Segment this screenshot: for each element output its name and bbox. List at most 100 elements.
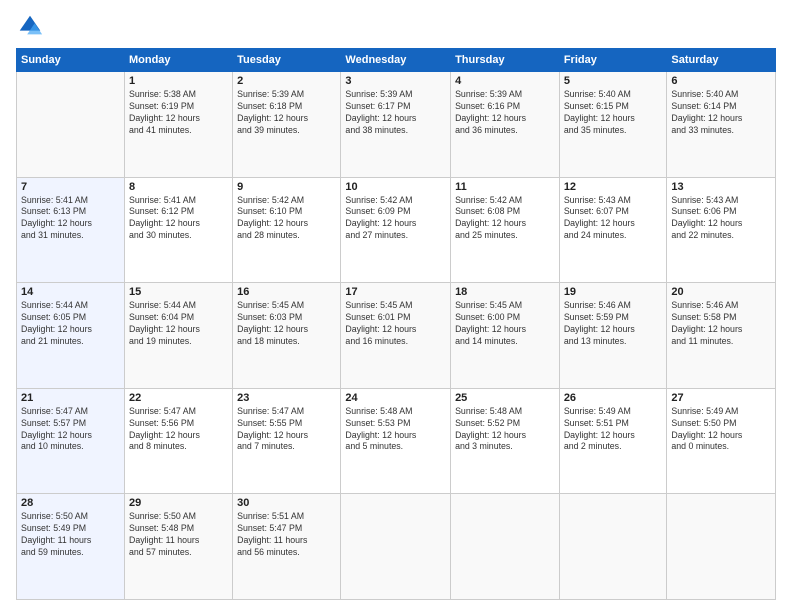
day-info: Sunrise: 5:40 AM Sunset: 6:15 PM Dayligh… (564, 89, 663, 137)
day-number: 5 (564, 75, 663, 87)
day-number: 22 (129, 392, 228, 404)
day-info: Sunrise: 5:41 AM Sunset: 6:13 PM Dayligh… (21, 195, 120, 243)
day-number: 21 (21, 392, 120, 404)
day-number: 11 (455, 181, 555, 193)
day-info: Sunrise: 5:40 AM Sunset: 6:14 PM Dayligh… (671, 89, 771, 137)
calendar-cell: 6 Sunrise: 5:40 AM Sunset: 6:14 PM Daylig… (667, 72, 776, 178)
day-info: Sunrise: 5:39 AM Sunset: 6:17 PM Dayligh… (345, 89, 446, 137)
calendar-cell: 10 Sunrise: 5:42 AM Sunset: 6:09 PM Dayli… (341, 177, 451, 283)
calendar-cell: 24 Sunrise: 5:48 AM Sunset: 5:53 PM Dayli… (341, 388, 451, 494)
calendar-cell: 22 Sunrise: 5:47 AM Sunset: 5:56 PM Dayli… (124, 388, 232, 494)
day-info: Sunrise: 5:44 AM Sunset: 6:05 PM Dayligh… (21, 300, 120, 348)
calendar-cell: 28Sunrise: 5:50 AM Sunset: 5:49 PM Dayli… (17, 494, 125, 600)
day-info: Sunrise: 5:50 AM Sunset: 5:49 PM Dayligh… (21, 511, 120, 559)
day-info: Sunrise: 5:49 AM Sunset: 5:50 PM Dayligh… (671, 406, 771, 454)
calendar-cell (341, 494, 451, 600)
day-info: Sunrise: 5:48 AM Sunset: 5:53 PM Dayligh… (345, 406, 446, 454)
calendar-cell: 3 Sunrise: 5:39 AM Sunset: 6:17 PM Daylig… (341, 72, 451, 178)
calendar-cell: 11 Sunrise: 5:42 AM Sunset: 6:08 PM Dayli… (451, 177, 560, 283)
calendar: SundayMondayTuesdayWednesdayThursdayFrid… (16, 48, 776, 600)
day-number: 16 (237, 286, 336, 298)
calendar-cell: 9 Sunrise: 5:42 AM Sunset: 6:10 PM Daylig… (233, 177, 341, 283)
day-info: Sunrise: 5:47 AM Sunset: 5:56 PM Dayligh… (129, 406, 228, 454)
day-number: 4 (455, 75, 555, 87)
weekday-header-tuesday: Tuesday (233, 49, 341, 72)
calendar-cell: 26 Sunrise: 5:49 AM Sunset: 5:51 PM Dayli… (559, 388, 667, 494)
calendar-cell: 29 Sunrise: 5:50 AM Sunset: 5:48 PM Dayli… (124, 494, 232, 600)
calendar-cell: 7 Sunrise: 5:41 AM Sunset: 6:13 PM Daylig… (17, 177, 125, 283)
day-number: 14 (21, 286, 120, 298)
day-info: Sunrise: 5:42 AM Sunset: 6:10 PM Dayligh… (237, 195, 336, 243)
header (16, 12, 776, 40)
day-info: Sunrise: 5:43 AM Sunset: 6:07 PM Dayligh… (564, 195, 663, 243)
day-number: 8 (129, 181, 228, 193)
day-info: Sunrise: 5:50 AM Sunset: 5:48 PM Dayligh… (129, 511, 228, 559)
day-info: Sunrise: 5:45 AM Sunset: 6:03 PM Dayligh… (237, 300, 336, 348)
day-info: Sunrise: 5:48 AM Sunset: 5:52 PM Dayligh… (455, 406, 555, 454)
calendar-cell: 8 Sunrise: 5:41 AM Sunset: 6:12 PM Daylig… (124, 177, 232, 283)
calendar-cell: 4 Sunrise: 5:39 AM Sunset: 6:16 PM Daylig… (451, 72, 560, 178)
day-number: 10 (345, 181, 446, 193)
calendar-cell: 14 Sunrise: 5:44 AM Sunset: 6:05 PM Dayli… (17, 283, 125, 389)
day-number: 7 (21, 181, 120, 193)
day-number: 24 (345, 392, 446, 404)
day-info: Sunrise: 5:44 AM Sunset: 6:04 PM Dayligh… (129, 300, 228, 348)
calendar-cell: 13 Sunrise: 5:43 AM Sunset: 6:06 PM Dayli… (667, 177, 776, 283)
calendar-cell: 21Sunrise: 5:47 AM Sunset: 5:57 PM Dayli… (17, 388, 125, 494)
day-number: 15 (129, 286, 228, 298)
calendar-cell: 30Sunrise: 5:51 AM Sunset: 5:47 PM Dayli… (233, 494, 341, 600)
day-number: 17 (345, 286, 446, 298)
calendar-cell (451, 494, 560, 600)
day-info: Sunrise: 5:45 AM Sunset: 6:00 PM Dayligh… (455, 300, 555, 348)
day-info: Sunrise: 5:45 AM Sunset: 6:01 PM Dayligh… (345, 300, 446, 348)
day-number: 6 (671, 75, 771, 87)
day-info: Sunrise: 5:42 AM Sunset: 6:08 PM Dayligh… (455, 195, 555, 243)
day-number: 26 (564, 392, 663, 404)
calendar-cell: 5 Sunrise: 5:40 AM Sunset: 6:15 PM Daylig… (559, 72, 667, 178)
calendar-cell (667, 494, 776, 600)
day-info: Sunrise: 5:49 AM Sunset: 5:51 PM Dayligh… (564, 406, 663, 454)
calendar-cell: 1Sunrise: 5:38 AM Sunset: 6:19 PM Daylig… (124, 72, 232, 178)
weekday-header-saturday: Saturday (667, 49, 776, 72)
calendar-cell: 23 Sunrise: 5:47 AM Sunset: 5:55 PM Dayli… (233, 388, 341, 494)
calendar-cell: 27 Sunrise: 5:49 AM Sunset: 5:50 PM Dayli… (667, 388, 776, 494)
day-info: Sunrise: 5:43 AM Sunset: 6:06 PM Dayligh… (671, 195, 771, 243)
day-number: 19 (564, 286, 663, 298)
calendar-cell: 16 Sunrise: 5:45 AM Sunset: 6:03 PM Dayli… (233, 283, 341, 389)
calendar-cell: 15 Sunrise: 5:44 AM Sunset: 6:04 PM Dayli… (124, 283, 232, 389)
calendar-cell: 2 Sunrise: 5:39 AM Sunset: 6:18 PM Daylig… (233, 72, 341, 178)
day-number: 27 (671, 392, 771, 404)
day-info: Sunrise: 5:46 AM Sunset: 5:58 PM Dayligh… (671, 300, 771, 348)
day-number: 18 (455, 286, 555, 298)
day-info: Sunrise: 5:39 AM Sunset: 6:16 PM Dayligh… (455, 89, 555, 137)
day-info: Sunrise: 5:42 AM Sunset: 6:09 PM Dayligh… (345, 195, 446, 243)
weekday-header-sunday: Sunday (17, 49, 125, 72)
day-info: Sunrise: 5:38 AM Sunset: 6:19 PM Dayligh… (129, 89, 228, 137)
day-number: 23 (237, 392, 336, 404)
calendar-cell: 20 Sunrise: 5:46 AM Sunset: 5:58 PM Dayli… (667, 283, 776, 389)
day-number: 25 (455, 392, 555, 404)
weekday-header-thursday: Thursday (451, 49, 560, 72)
logo (16, 12, 48, 40)
day-info: Sunrise: 5:47 AM Sunset: 5:55 PM Dayligh… (237, 406, 336, 454)
day-number: 13 (671, 181, 771, 193)
calendar-cell (559, 494, 667, 600)
day-number: 2 (237, 75, 336, 87)
calendar-cell: 12 Sunrise: 5:43 AM Sunset: 6:07 PM Dayli… (559, 177, 667, 283)
day-number: 29 (129, 497, 228, 509)
day-info: Sunrise: 5:41 AM Sunset: 6:12 PM Dayligh… (129, 195, 228, 243)
day-number: 20 (671, 286, 771, 298)
weekday-header-friday: Friday (559, 49, 667, 72)
day-number: 3 (345, 75, 446, 87)
day-info: Sunrise: 5:46 AM Sunset: 5:59 PM Dayligh… (564, 300, 663, 348)
day-info: Sunrise: 5:39 AM Sunset: 6:18 PM Dayligh… (237, 89, 336, 137)
calendar-cell: 18 Sunrise: 5:45 AM Sunset: 6:00 PM Dayli… (451, 283, 560, 389)
calendar-cell: 25 Sunrise: 5:48 AM Sunset: 5:52 PM Dayli… (451, 388, 560, 494)
day-number: 12 (564, 181, 663, 193)
weekday-header-wednesday: Wednesday (341, 49, 451, 72)
weekday-header-monday: Monday (124, 49, 232, 72)
logo-icon (16, 12, 44, 40)
calendar-cell: 19 Sunrise: 5:46 AM Sunset: 5:59 PM Dayli… (559, 283, 667, 389)
calendar-cell (17, 72, 125, 178)
day-number: 9 (237, 181, 336, 193)
